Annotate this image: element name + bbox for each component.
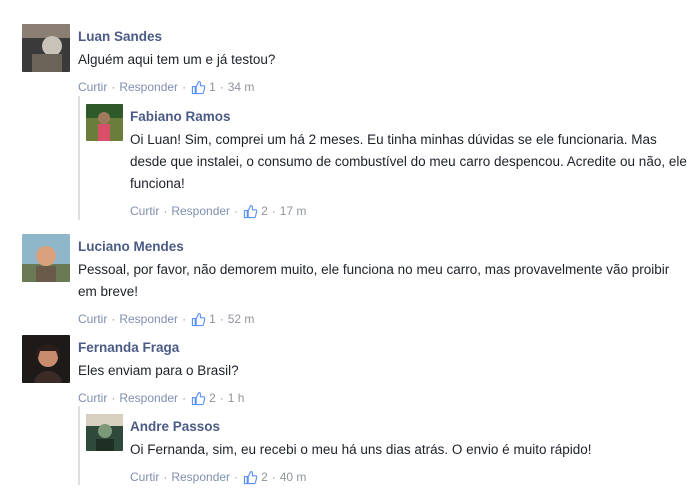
- separator: ·: [234, 470, 239, 484]
- avatar-photo: [22, 234, 70, 282]
- separator: ·: [111, 80, 116, 94]
- author-name[interactable]: Luciano Mendes: [78, 238, 687, 255]
- timestamp[interactable]: 52 m: [228, 311, 255, 327]
- reply-link[interactable]: Responder: [119, 390, 178, 406]
- comment-text: Pessoal, por favor, não demorem muito, e…: [78, 262, 670, 299]
- avatar-photo: [86, 104, 123, 141]
- like-count: 2: [261, 204, 268, 218]
- like-count: 2: [261, 470, 268, 484]
- like-count: 2: [209, 391, 216, 405]
- comment-text: Oi Fernanda, sim, eu recebi o meu há uns…: [130, 442, 592, 457]
- thumbs-up-icon[interactable]: [191, 391, 206, 406]
- author-name[interactable]: Fernanda Fraga: [78, 339, 687, 356]
- comment-text: Alguém aqui tem um e já testou?: [78, 52, 276, 67]
- like-link[interactable]: Curtir: [78, 79, 107, 95]
- like-link[interactable]: Curtir: [130, 203, 159, 219]
- like-count: 1: [209, 312, 216, 326]
- reply-thread-line: [78, 406, 80, 485]
- comment-actions: Curtir · Responder · 1 · 34 m: [78, 79, 687, 95]
- comment-actions: Curtir · Responder · 2 · 17 m: [130, 203, 687, 219]
- comment-text: Oi Luan! Sim, comprei um há 2 meses. Eu …: [130, 132, 687, 191]
- reply-thread-line: [78, 96, 80, 220]
- separator: ·: [111, 312, 116, 326]
- separator: ·: [163, 470, 168, 484]
- separator: ·: [182, 80, 187, 94]
- reply-link[interactable]: Responder: [119, 79, 178, 95]
- timestamp[interactable]: 17 m: [280, 203, 307, 219]
- separator: ·: [219, 312, 224, 326]
- thumbs-up-icon[interactable]: [243, 204, 258, 219]
- timestamp[interactable]: 40 m: [280, 469, 307, 485]
- avatar[interactable]: [22, 335, 70, 383]
- comment-text: Eles enviam para o Brasil?: [78, 363, 239, 378]
- avatar-photo: [22, 335, 70, 383]
- author-name[interactable]: Luan Sandes: [78, 28, 687, 45]
- avatar-photo: [22, 24, 70, 72]
- avatar[interactable]: [22, 24, 70, 72]
- separator: ·: [182, 312, 187, 326]
- comment-actions: Curtir · Responder · 2 · 1 h: [78, 390, 687, 406]
- separator: ·: [163, 204, 168, 218]
- timestamp[interactable]: 1 h: [228, 390, 245, 406]
- thumbs-up-icon[interactable]: [191, 80, 206, 95]
- author-name[interactable]: Andre Passos: [130, 418, 687, 435]
- like-count: 1: [209, 80, 216, 94]
- reply-link[interactable]: Responder: [171, 203, 230, 219]
- avatar[interactable]: [22, 234, 70, 282]
- avatar-photo: [86, 414, 123, 451]
- comment-actions: Curtir · Responder · 2 · 40 m: [130, 469, 687, 485]
- reply-link[interactable]: Responder: [119, 311, 178, 327]
- comment-actions: Curtir · Responder · 1 · 52 m: [78, 311, 687, 327]
- avatar[interactable]: [86, 414, 123, 451]
- like-link[interactable]: Curtir: [130, 469, 159, 485]
- avatar[interactable]: [86, 104, 123, 141]
- reply-link[interactable]: Responder: [171, 469, 230, 485]
- separator: ·: [111, 391, 116, 405]
- thumbs-up-icon[interactable]: [243, 470, 258, 485]
- separator: ·: [219, 80, 224, 94]
- like-link[interactable]: Curtir: [78, 390, 107, 406]
- separator: ·: [271, 204, 276, 218]
- thumbs-up-icon[interactable]: [191, 312, 206, 327]
- separator: ·: [234, 204, 239, 218]
- author-name[interactable]: Fabiano Ramos: [130, 108, 687, 125]
- like-link[interactable]: Curtir: [78, 311, 107, 327]
- timestamp[interactable]: 34 m: [228, 79, 255, 95]
- separator: ·: [271, 470, 276, 484]
- separator: ·: [182, 391, 187, 405]
- separator: ·: [219, 391, 224, 405]
